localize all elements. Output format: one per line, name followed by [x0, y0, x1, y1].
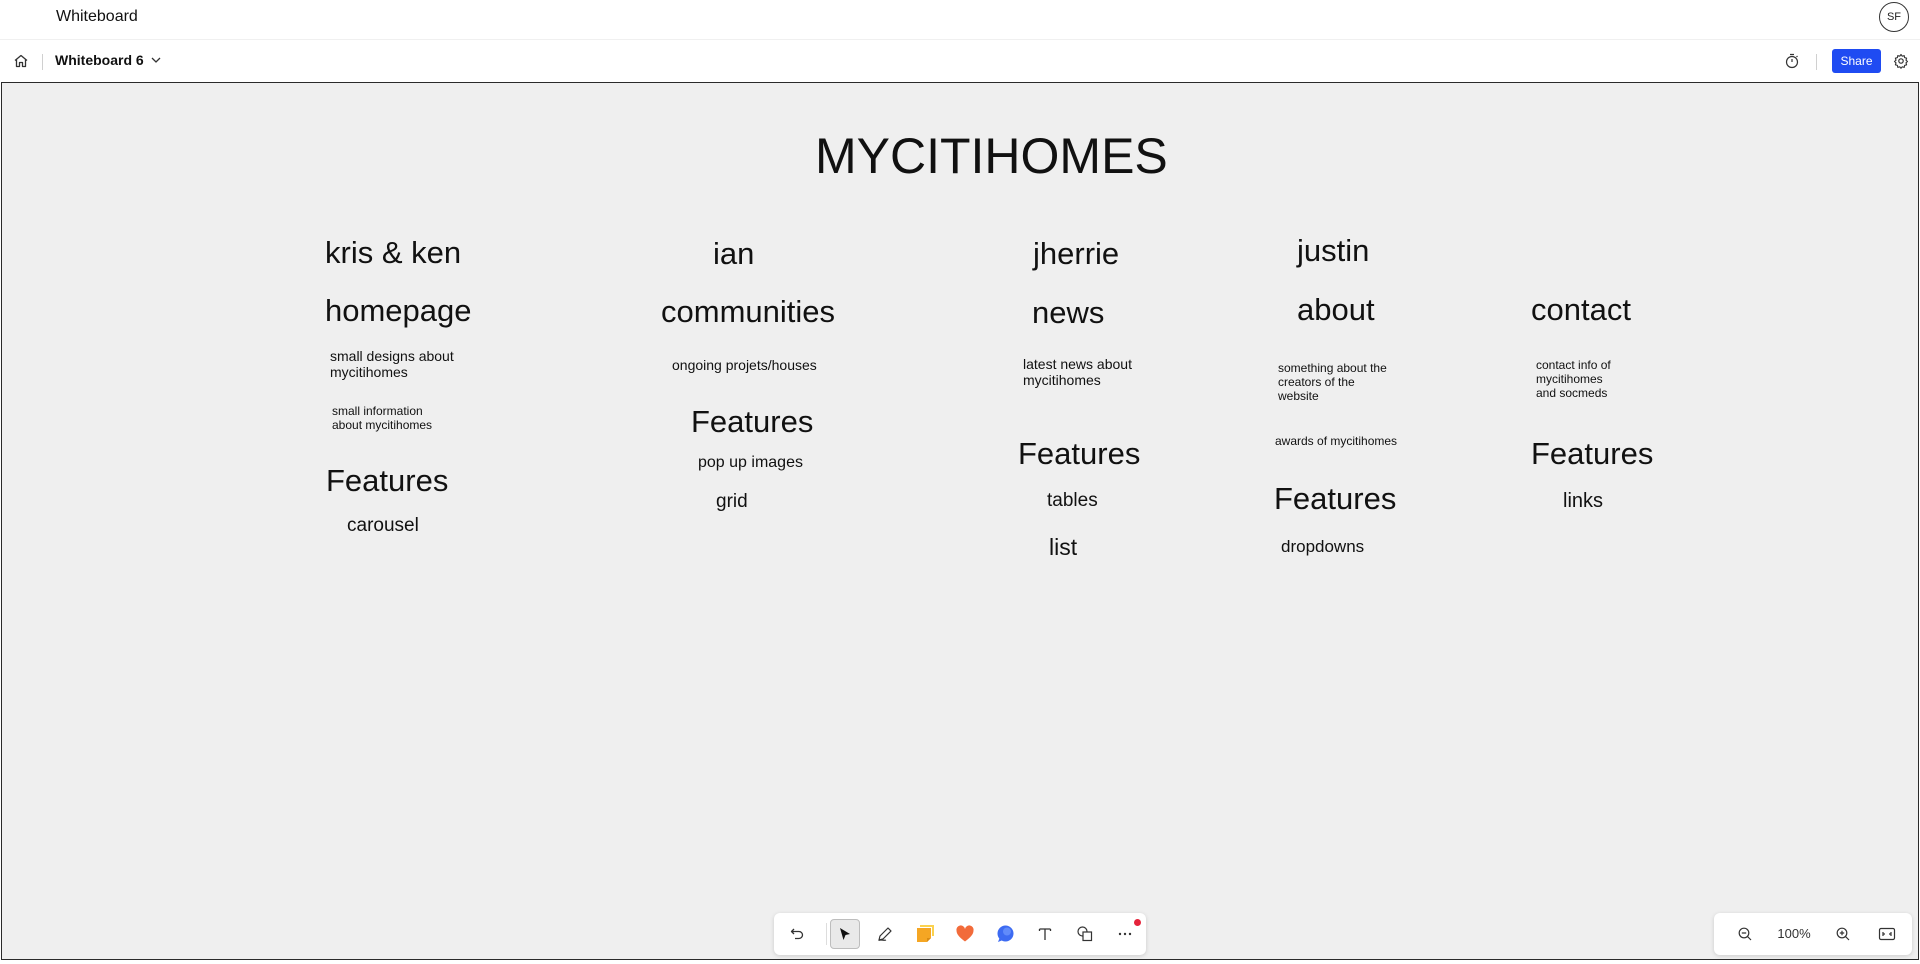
more-icon — [1118, 932, 1132, 936]
text-tool[interactable] — [1030, 919, 1060, 949]
feature-item[interactable]: list — [1049, 534, 1077, 560]
title-bar: Whiteboard SF — [0, 0, 1920, 40]
board-name-label: Whiteboard 6 — [55, 52, 144, 68]
undo-button[interactable] — [782, 919, 812, 949]
dock-divider — [826, 923, 827, 945]
settings-button[interactable] — [1890, 50, 1912, 72]
pen-icon — [878, 927, 892, 942]
gear-icon — [1893, 53, 1909, 69]
note-text[interactable]: small information about mycitihomes — [332, 404, 432, 433]
features-heading[interactable]: Features — [1274, 481, 1396, 517]
reaction-tool[interactable] — [950, 919, 980, 949]
note-text[interactable]: contact info of mycitihomes and socmeds — [1536, 358, 1611, 400]
home-icon — [14, 54, 28, 68]
zoom-out-button[interactable] — [1734, 923, 1756, 945]
feature-item[interactable]: links — [1563, 490, 1603, 513]
select-tool[interactable] — [830, 919, 860, 949]
comment-icon — [997, 925, 1014, 942]
chevron-down-icon — [151, 57, 161, 63]
zoom-controls: 100% — [1714, 913, 1912, 955]
undo-icon — [790, 928, 804, 940]
board-title[interactable]: MYCITIHOMES — [815, 128, 1168, 186]
board-toolbar: Whiteboard 6 Share — [0, 42, 1920, 82]
note-text[interactable]: latest news about mycitihomes — [1023, 356, 1132, 388]
feature-item[interactable]: grid — [716, 491, 748, 513]
pen-tool[interactable] — [870, 919, 900, 949]
feature-item[interactable]: dropdowns — [1281, 537, 1364, 557]
reaction-heart-icon — [956, 925, 974, 942]
note-text[interactable]: something about the creators of the webs… — [1278, 361, 1387, 403]
app-title: Whiteboard — [56, 8, 138, 25]
features-heading[interactable]: Features — [326, 463, 448, 499]
home-button[interactable] — [10, 50, 32, 72]
owner-label[interactable]: jherrie — [1033, 236, 1119, 272]
notification-dot — [1134, 919, 1141, 926]
page-heading[interactable]: communities — [661, 294, 835, 330]
board-name-dropdown[interactable]: Whiteboard 6 — [55, 52, 162, 68]
zoom-in-icon — [1836, 927, 1850, 941]
page-heading[interactable]: about — [1297, 292, 1375, 328]
comment-tool[interactable] — [990, 919, 1020, 949]
shapes-tool[interactable] — [1070, 919, 1100, 949]
note-text[interactable]: awards of mycitihomes — [1275, 434, 1397, 449]
timer-icon — [1785, 53, 1799, 69]
sticky-note-icon — [917, 925, 934, 942]
zoom-out-icon — [1738, 927, 1752, 941]
feature-item[interactable]: tables — [1047, 490, 1098, 512]
shapes-icon — [1077, 926, 1093, 942]
page-heading[interactable]: contact — [1531, 292, 1631, 328]
features-heading[interactable]: Features — [691, 404, 813, 440]
note-text[interactable]: small designs about mycitihomes — [330, 348, 454, 380]
fit-to-screen-button[interactable] — [1876, 923, 1898, 945]
timer-button[interactable] — [1781, 50, 1803, 72]
whiteboard-canvas[interactable]: MYCITIHOMES kris & ken homepage small de… — [1, 82, 1919, 960]
user-avatar[interactable]: SF — [1879, 2, 1909, 32]
owner-label[interactable]: justin — [1297, 233, 1369, 269]
sticky-note-tool[interactable] — [910, 919, 940, 949]
fit-to-screen-icon — [1878, 927, 1896, 941]
feature-item[interactable]: pop up images — [698, 454, 803, 472]
select-pointer-icon — [840, 928, 850, 940]
features-heading[interactable]: Features — [1531, 436, 1653, 472]
owner-label[interactable]: ian — [713, 236, 754, 272]
toolbar-divider — [1816, 54, 1817, 70]
note-text[interactable]: ongoing projets/houses — [672, 357, 817, 373]
zoom-in-button[interactable] — [1832, 923, 1854, 945]
tool-dock — [774, 913, 1146, 955]
features-heading[interactable]: Features — [1018, 436, 1140, 472]
owner-label[interactable]: kris & ken — [325, 235, 461, 271]
page-heading[interactable]: homepage — [325, 293, 472, 329]
zoom-level[interactable]: 100% — [1769, 926, 1819, 941]
toolbar-divider — [42, 54, 43, 70]
page-heading[interactable]: news — [1032, 295, 1104, 331]
text-icon — [1038, 928, 1052, 940]
share-button[interactable]: Share — [1832, 49, 1881, 73]
feature-item[interactable]: carousel — [347, 515, 419, 537]
